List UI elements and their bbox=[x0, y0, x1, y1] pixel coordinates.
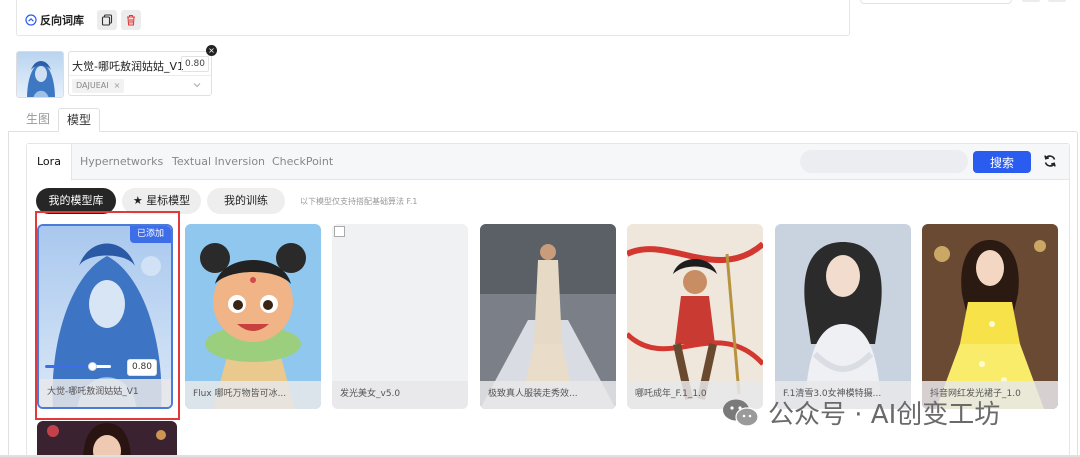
weight-slider[interactable] bbox=[45, 362, 111, 371]
weight-slider-fill bbox=[45, 365, 93, 368]
model-card-5[interactable]: 哪吒成年_F.1_1.0 bbox=[627, 224, 763, 409]
filter-note: 以下模型仅支持搭配基础算法 F.1 bbox=[300, 197, 418, 206]
model-card-6[interactable]: F.1清雪3.0女神模特摄... bbox=[775, 224, 911, 409]
filter-starred[interactable]: ★ 星标模型 bbox=[122, 188, 201, 214]
watermark-text: 公众号 · AI创变工坊 bbox=[768, 400, 1001, 430]
model-card-3[interactable]: 发光美女_v5.0 bbox=[332, 224, 468, 409]
model-card-4[interactable]: 极致真人服装走秀效... bbox=[480, 224, 616, 409]
wechat-icon bbox=[723, 399, 759, 427]
weight-slider-handle[interactable] bbox=[88, 362, 98, 371]
model-search-input[interactable] bbox=[800, 150, 968, 173]
tab-checkpoint[interactable]: CheckPoint bbox=[272, 144, 333, 180]
negative-prompt-panel: 反向词库 bbox=[16, 0, 850, 36]
trash-icon bbox=[127, 14, 135, 26]
tag-text: DAJUEAI bbox=[76, 81, 109, 90]
selected-lora-name: 大觉-哪吒敖润姑姑_V1 bbox=[72, 60, 184, 73]
added-badge: 已添加 bbox=[129, 226, 171, 243]
star-icon: ★ bbox=[132, 194, 143, 207]
filter-my-library[interactable]: 我的模型库 bbox=[36, 188, 116, 214]
copy-button[interactable] bbox=[97, 10, 117, 30]
chevron-down-icon[interactable] bbox=[193, 81, 201, 89]
tab-generate[interactable]: 生图 bbox=[18, 108, 58, 132]
negative-library-button[interactable]: 反向词库 bbox=[25, 12, 84, 28]
model-type-tabs: Lora Hypernetworks Textual Inversion Che… bbox=[27, 144, 1069, 181]
broken-image-icon bbox=[334, 226, 345, 237]
negative-library-label: 反向词库 bbox=[40, 14, 84, 27]
filter-starred-label: 星标模型 bbox=[146, 194, 191, 207]
tab-lora[interactable]: Lora bbox=[27, 144, 72, 181]
tab-model[interactable]: 模型 bbox=[58, 108, 101, 132]
top-right-field[interactable] bbox=[860, 0, 1012, 4]
card-image bbox=[37, 421, 177, 457]
watermark: 公众号 · AI创变工坊 bbox=[722, 394, 1000, 431]
delete-button[interactable] bbox=[121, 10, 141, 30]
selected-lora-tag: DAJUEAI × bbox=[72, 79, 125, 93]
filter-my-training[interactable]: 我的训练 bbox=[207, 188, 285, 214]
model-card-2[interactable]: Flux 哪吒万物皆可冰... bbox=[185, 224, 321, 409]
selected-lora-thumbnail bbox=[16, 51, 64, 98]
selected-lora-chip[interactable]: 大觉-哪吒敖润姑姑_V1 0.80 DAJUEAI × bbox=[68, 51, 212, 96]
card-label: Flux 哪吒万物皆可冰... bbox=[185, 381, 321, 409]
remove-lora-close-icon[interactable]: × bbox=[206, 45, 217, 56]
model-card-7[interactable]: 抖音网红发光裙子_1.0 bbox=[922, 224, 1058, 409]
top-right-button[interactable] bbox=[1022, 0, 1040, 2]
chip-divider bbox=[69, 75, 211, 76]
refresh-icon[interactable] bbox=[1043, 154, 1057, 168]
card-weight-input[interactable]: 0.80 bbox=[127, 359, 157, 376]
model-card-1[interactable]: 已添加 0.80 大觉-哪吒敖润姑姑_V1 bbox=[37, 224, 173, 409]
tag-remove-icon[interactable]: × bbox=[114, 81, 121, 90]
card-label: 极致真人服装走秀效... bbox=[480, 381, 616, 409]
top-right-button-2[interactable] bbox=[1048, 0, 1066, 2]
card-label: 发光美女_v5.0 bbox=[332, 381, 468, 409]
tab-hypernetworks[interactable]: Hypernetworks bbox=[80, 144, 163, 180]
card-label: 大觉-哪吒敖润姑姑_V1 bbox=[39, 379, 171, 407]
selected-lora-weight-input[interactable]: 0.80 bbox=[181, 56, 209, 72]
search-button[interactable]: 搜索 bbox=[973, 151, 1031, 173]
model-card-8[interactable] bbox=[37, 421, 177, 457]
chevron-up-circle-icon bbox=[25, 14, 37, 26]
copy-icon bbox=[101, 14, 113, 26]
tab-textual-inversion[interactable]: Textual Inversion bbox=[172, 144, 265, 180]
